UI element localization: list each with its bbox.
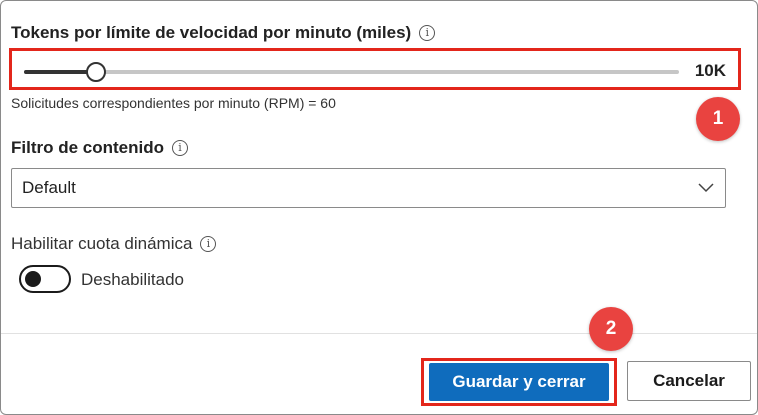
content-filter-select[interactable]: Default [11, 168, 726, 208]
rate-limit-label: Tokens por límite de velocidad por minut… [11, 23, 412, 42]
chevron-down-icon [698, 183, 714, 193]
content-filter-selected: Default [22, 178, 76, 197]
rpm-text: Solicitudes correspondientes por minuto … [11, 95, 336, 111]
info-icon[interactable]: i [200, 236, 217, 252]
dynamic-quota-label-row: Habilitar cuota dinámica i [11, 234, 217, 254]
content-filter-label: Filtro de contenido [11, 138, 164, 157]
footer-divider [1, 333, 757, 334]
save-and-close-button[interactable]: Guardar y cerrar [429, 363, 609, 401]
dynamic-quota-label: Habilitar cuota dinámica [11, 234, 193, 253]
quota-settings-panel: Tokens por límite de velocidad por minut… [0, 0, 758, 415]
callout-badge-2: 2 [589, 307, 633, 351]
content-filter-label-row: Filtro de contenido i [11, 138, 188, 158]
rate-limit-slider-track[interactable] [24, 62, 679, 82]
slider-highlight-box: 10K [9, 48, 741, 90]
cancel-button[interactable]: Cancelar [627, 361, 751, 401]
dynamic-quota-toggle[interactable] [19, 265, 71, 293]
slider-value: 10K [694, 61, 726, 80]
toggle-state-label: Deshabilitado [81, 270, 185, 289]
toggle-knob [25, 271, 41, 287]
slider-thumb[interactable] [86, 62, 107, 82]
info-icon[interactable]: i [419, 25, 436, 41]
rate-limit-label-row: Tokens por límite de velocidad por minut… [11, 23, 436, 43]
info-icon[interactable]: i [172, 140, 188, 156]
callout-badge-1: 1 [696, 97, 740, 141]
